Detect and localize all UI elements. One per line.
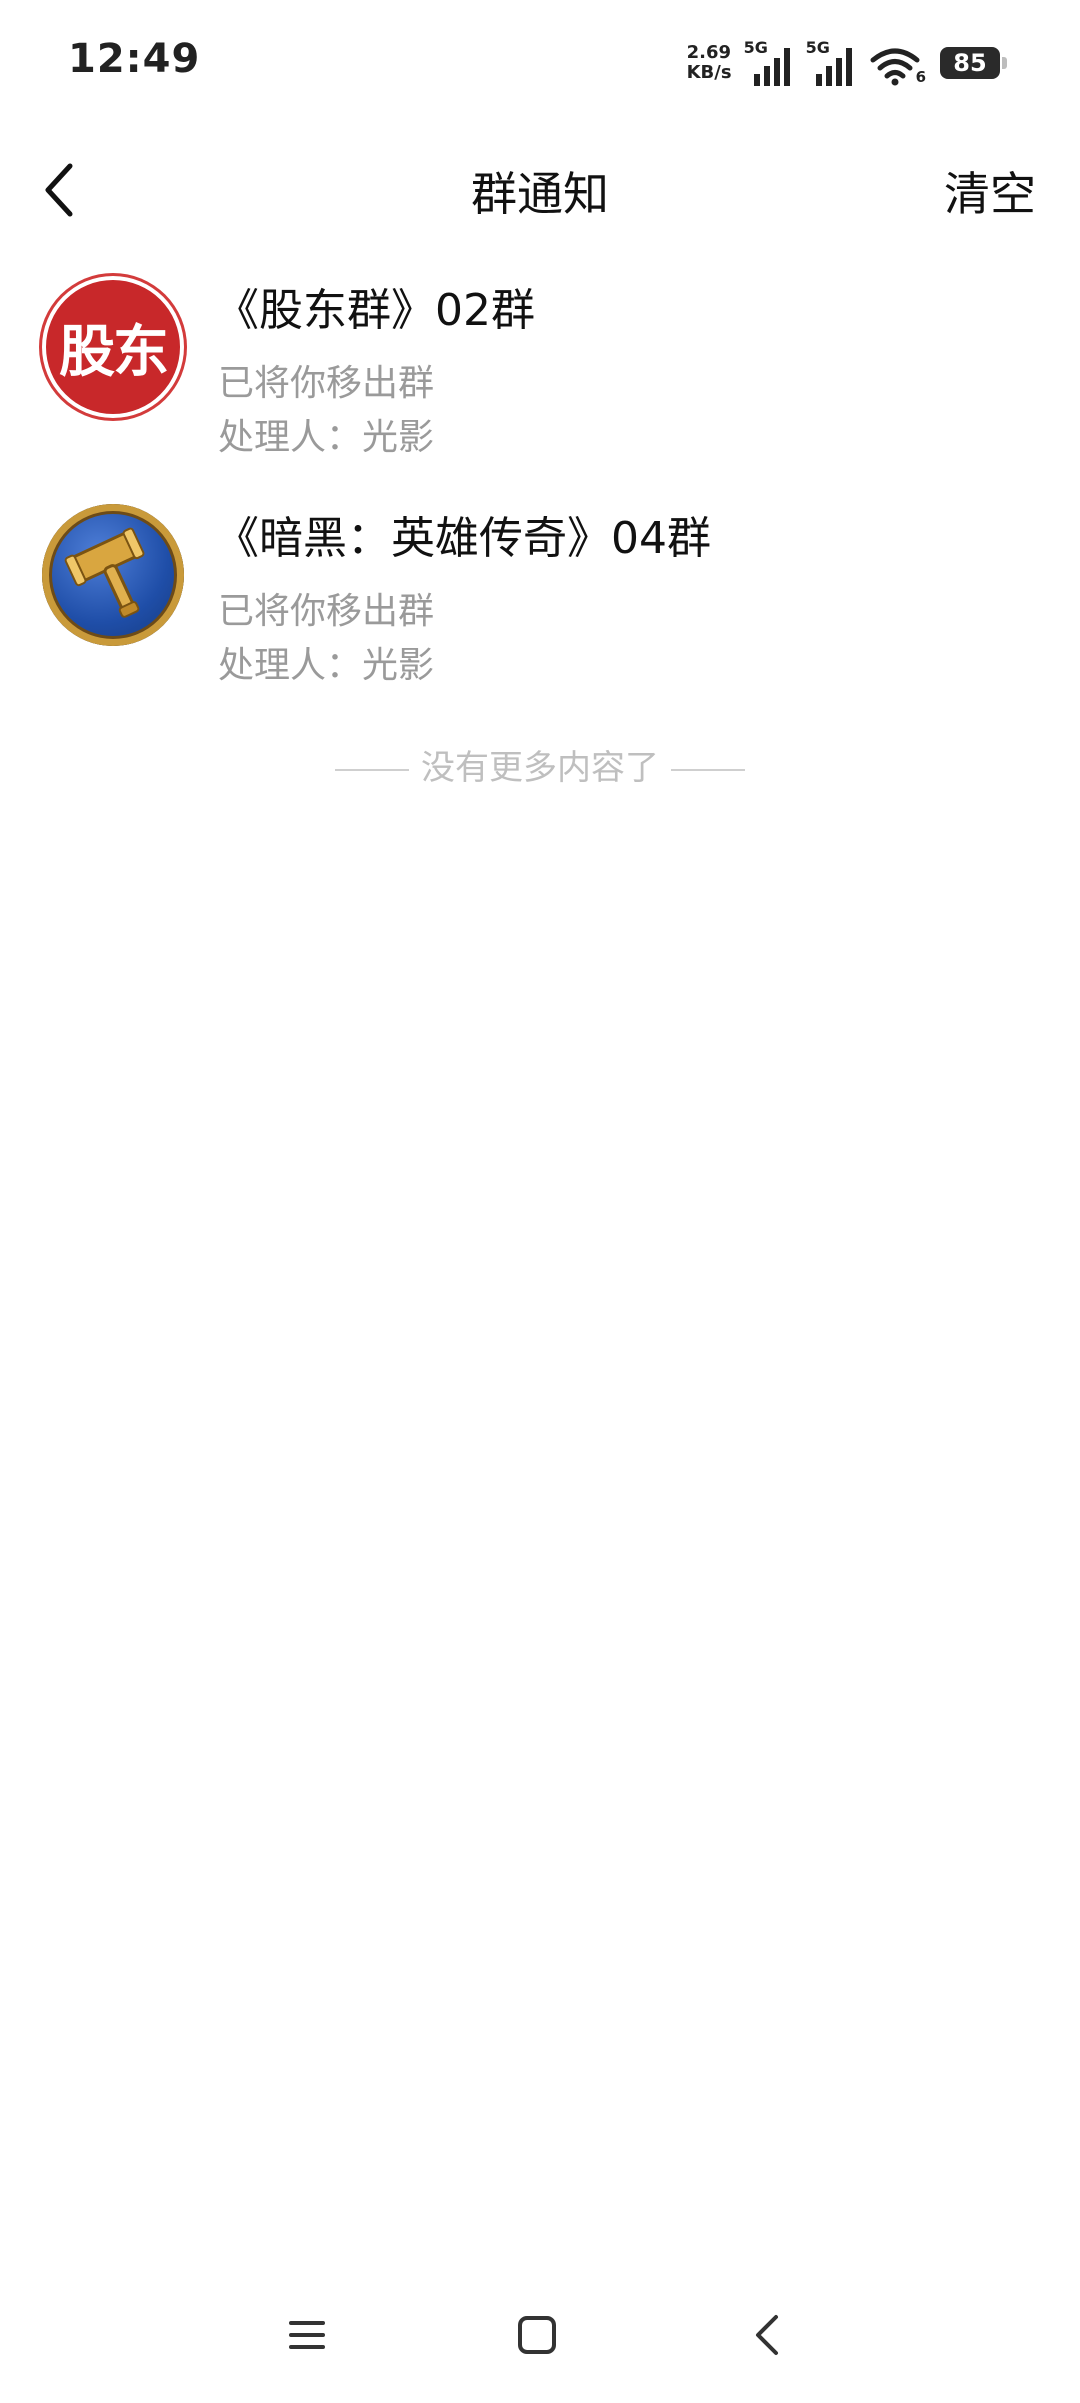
recent-apps-button[interactable] <box>272 2300 342 2370</box>
home-button[interactable] <box>502 2300 572 2370</box>
end-of-list-text: 没有更多内容了 <box>421 748 659 788</box>
notice-list: 股东 《股东群》02群 已将你移出群 处理人：光影 《暗黑：英雄传奇》04群 已… <box>0 268 1080 724</box>
back-icon <box>756 2315 778 2355</box>
handler-label: 处理人： <box>218 417 363 458</box>
network-speed-value: 2.69 <box>686 42 732 63</box>
group-name: 《股东群》02群 <box>215 285 535 336</box>
handler-name: 光影 <box>362 417 435 458</box>
network-speed: 2.69 KB/s <box>687 43 732 83</box>
battery-icon: 85 <box>940 47 1007 79</box>
notice-message: 已将你移出群 <box>218 591 435 632</box>
status-time: 12:49 <box>68 36 201 82</box>
handler-label: 处理人： <box>218 645 363 686</box>
notice-item[interactable]: 股东 《股东群》02群 已将你移出群 处理人：光影 <box>0 268 1080 496</box>
group-avatar[interactable]: 股东 <box>42 276 184 418</box>
status-icons: 2.69 KB/s 5G 5G 6 85 <box>687 38 1007 88</box>
sim1-signal-icon: 5G <box>743 38 794 86</box>
handler-row: 处理人：光影 <box>218 636 434 688</box>
group-name: 《暗黑：英雄传奇》04群 <box>215 513 711 564</box>
clear-button[interactable]: 清空 <box>944 158 1036 224</box>
wifi-icon: 6 <box>870 40 926 86</box>
page-title: 群通知 <box>471 167 609 221</box>
handler-name: 光影 <box>362 645 435 686</box>
home-icon <box>518 2316 556 2354</box>
network-speed-unit: KB/s <box>686 62 732 83</box>
divider-line <box>671 768 745 771</box>
system-back-button[interactable] <box>732 2300 802 2370</box>
system-nav-bar <box>0 2290 1080 2380</box>
wifi-generation: 6 <box>915 68 926 86</box>
avatar-text: 股东 <box>59 319 169 385</box>
battery-level: 85 <box>953 49 987 77</box>
sim1-network-type: 5G <box>743 38 768 57</box>
handler-row: 处理人：光影 <box>218 408 434 460</box>
sim2-network-type: 5G <box>805 38 830 57</box>
divider-line <box>335 768 409 771</box>
notice-message: 已将你移出群 <box>218 363 435 404</box>
end-of-list-divider: 没有更多内容了 <box>0 740 1080 789</box>
notice-item[interactable]: 《暗黑：英雄传奇》04群 已将你移出群 处理人：光影 <box>0 496 1080 724</box>
menu-icon <box>289 2321 325 2349</box>
status-bar: 12:49 2.69 KB/s 5G 5G 6 85 <box>0 0 1080 130</box>
group-avatar[interactable] <box>42 504 184 646</box>
gavel-icon <box>64 527 145 618</box>
sim2-signal-icon: 5G <box>805 38 856 86</box>
header: 群通知 清空 <box>0 140 1080 240</box>
